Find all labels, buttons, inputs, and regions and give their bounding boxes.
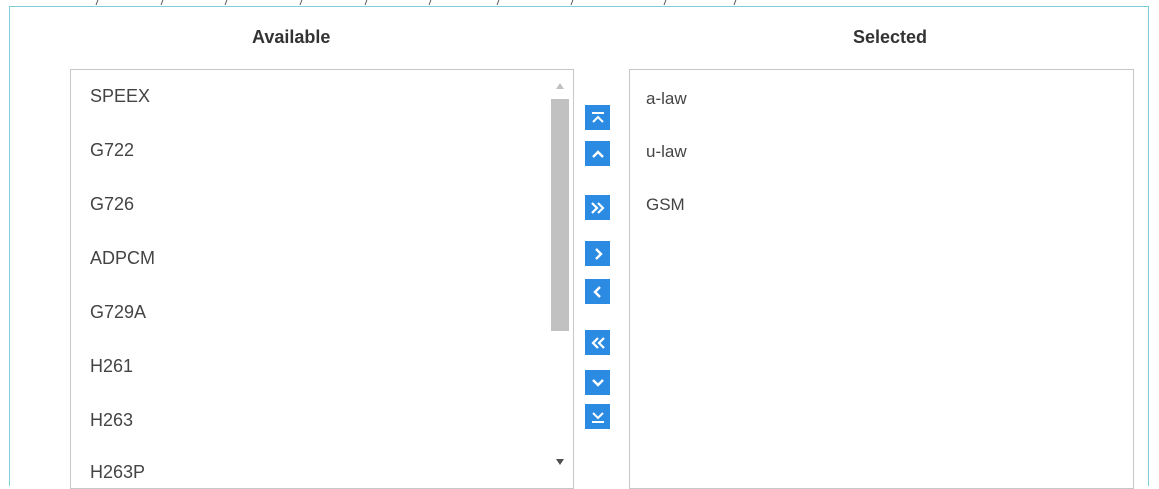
available-list-item[interactable]: G726 [90, 194, 134, 215]
selected-list-item[interactable]: GSM [646, 195, 685, 215]
decoration-slash [224, 0, 229, 5]
chevron-left-icon [592, 285, 601, 298]
move-up-button[interactable] [585, 141, 610, 166]
selected-list-item[interactable]: u-law [646, 142, 687, 162]
decoration-slash [95, 0, 100, 5]
double-chevron-right-icon [590, 201, 605, 214]
available-list[interactable]: SPEEX G722 G726 ADPCM G729A H261 H263 H2… [70, 69, 574, 489]
move-down-button[interactable] [585, 370, 610, 395]
available-list-scrollbar[interactable] [547, 70, 573, 488]
available-list-item[interactable]: ADPCM [90, 248, 155, 269]
decoration-slash [364, 0, 369, 5]
decoration-slash [733, 0, 738, 5]
available-list-item[interactable]: SPEEX [90, 86, 150, 107]
remove-button[interactable] [585, 279, 610, 304]
chevron-down-to-bar-icon [591, 411, 604, 423]
double-chevron-left-icon [590, 336, 605, 349]
selected-list-item[interactable]: a-law [646, 89, 687, 109]
decoration-slash [570, 0, 575, 5]
move-to-bottom-button[interactable] [585, 404, 610, 429]
available-list-item[interactable]: G722 [90, 140, 134, 161]
available-list-item[interactable]: G729A [90, 302, 146, 323]
available-list-item[interactable]: H263 [90, 410, 133, 431]
decoration-slash [663, 0, 668, 5]
available-header: Available [252, 27, 331, 47]
decoration-slash [428, 0, 433, 5]
add-button[interactable] [585, 241, 610, 266]
add-all-button[interactable] [585, 195, 610, 220]
decoration-slash [496, 0, 501, 5]
move-to-top-button[interactable] [585, 105, 610, 130]
selected-header: Selected [853, 27, 928, 47]
chevron-right-icon [594, 247, 603, 260]
scroll-down-arrow-icon[interactable] [556, 459, 564, 465]
scroll-up-arrow-icon[interactable] [556, 83, 564, 89]
chevron-up-to-bar-icon [591, 111, 604, 123]
selected-list[interactable]: a-law u-law GSM [629, 69, 1134, 489]
decoration-slash [160, 0, 165, 5]
available-list-item[interactable]: H261 [90, 356, 133, 377]
available-list-item[interactable]: H263P [90, 462, 145, 483]
scroll-thumb[interactable] [551, 99, 569, 331]
decoration-slash [299, 0, 304, 5]
chevron-down-icon [591, 378, 604, 387]
remove-all-button[interactable] [585, 330, 610, 355]
chevron-up-icon [591, 149, 604, 158]
